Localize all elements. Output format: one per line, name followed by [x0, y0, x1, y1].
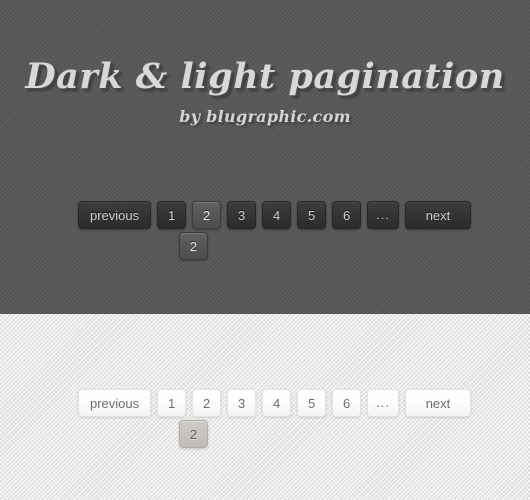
pagination-dark-next-button[interactable]: next: [404, 201, 471, 229]
pagination-light-page-1[interactable]: 1: [157, 389, 187, 417]
pagination-dark-page-4[interactable]: 4: [262, 201, 292, 229]
pagination-dark-ellipsis[interactable]: ...: [367, 201, 399, 229]
pagination-dark-page-5[interactable]: 5: [297, 201, 327, 229]
pagination-light-page-4[interactable]: 4: [262, 389, 292, 417]
pagination-dark-active-sample-button[interactable]: 2: [179, 232, 208, 260]
pagination-light-page-2[interactable]: 2: [192, 389, 222, 417]
dark-background-panel: [0, 0, 530, 314]
pagination-light-active-sample: 2: [179, 420, 208, 448]
pagination-dark-previous-button[interactable]: previous: [78, 201, 152, 229]
page-root: Dark & light pagination by blugraphic.co…: [0, 0, 530, 500]
pagination-dark-active-sample: 2: [179, 232, 208, 260]
pagination-light-active-sample-button[interactable]: 2: [179, 420, 208, 448]
pagination-light-next-button[interactable]: next: [404, 389, 471, 417]
pagination-light-page-5[interactable]: 5: [297, 389, 327, 417]
pagination-dark-page-1[interactable]: 1: [157, 201, 187, 229]
pagination-light-page-3[interactable]: 3: [227, 389, 257, 417]
pagination-light: previous 1 2 3 4 5 6 ... next: [78, 389, 471, 417]
pagination-light-ellipsis[interactable]: ...: [367, 389, 399, 417]
pagination-light-page-6[interactable]: 6: [332, 389, 362, 417]
pagination-dark-page-2[interactable]: 2: [192, 201, 222, 229]
pagination-dark: previous 1 2 3 4 5 6 ... next: [78, 201, 471, 229]
pagination-dark-page-3[interactable]: 3: [227, 201, 257, 229]
pagination-light-previous-button[interactable]: previous: [78, 389, 152, 417]
pagination-dark-page-6[interactable]: 6: [332, 201, 362, 229]
